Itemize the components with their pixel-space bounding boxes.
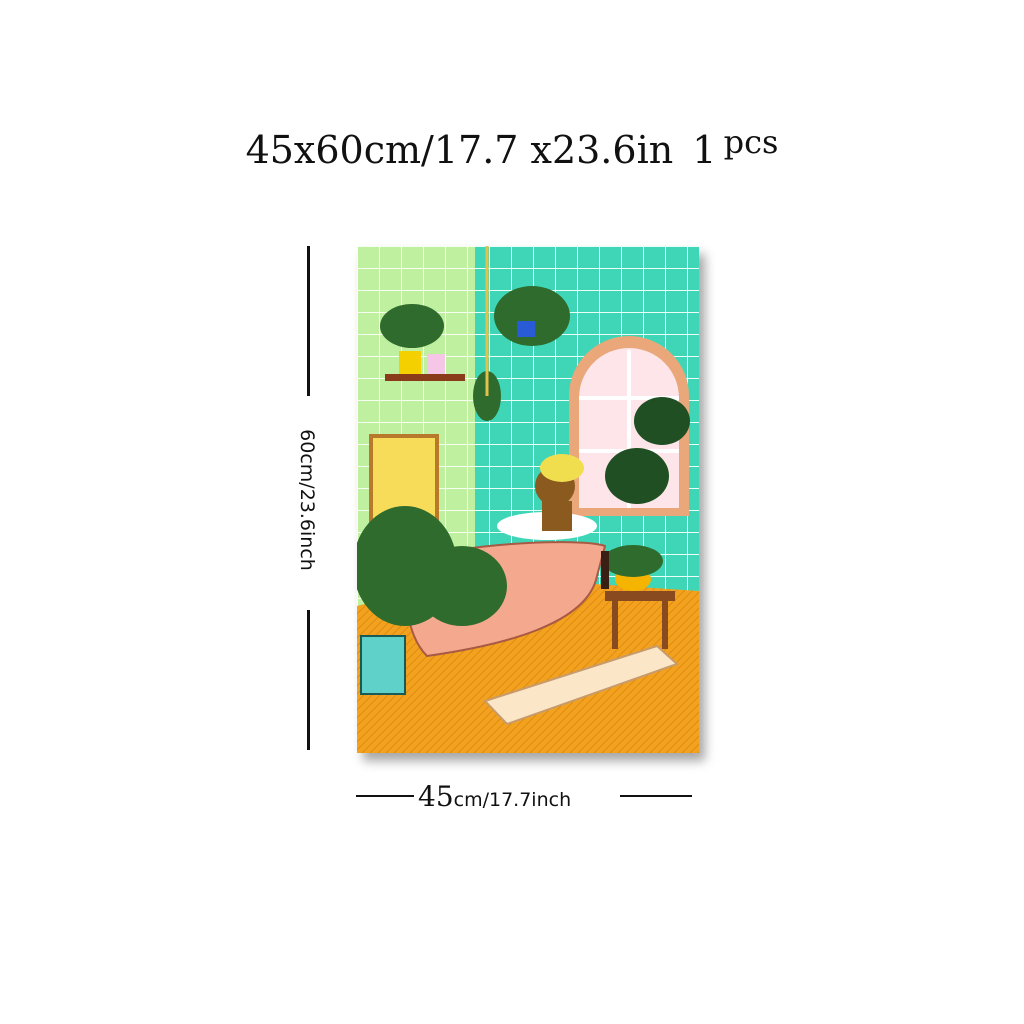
size-text: 45x60cm/17.7 x23.6in <box>245 128 674 172</box>
width-value: 45 <box>418 780 454 813</box>
width-dimension-label: 45cm/17.7inch <box>418 780 571 813</box>
wall-shelf <box>385 374 465 381</box>
canvas-print <box>357 246 699 753</box>
product-size-title: 45x60cm/17.7 x23.6in 1 pcs <box>0 123 1024 172</box>
quantity-number: 1 <box>692 128 717 172</box>
width-dimension-line-right <box>620 795 692 797</box>
height-dimension-label: 60cm/23.6inch <box>296 429 318 571</box>
quantity-unit: pcs <box>723 123 779 161</box>
side-table <box>605 591 675 601</box>
height-dimension-line-top <box>307 246 310 396</box>
width-dimension-line-left <box>356 795 414 797</box>
height-dimension-line-bottom <box>307 610 310 750</box>
bathroom-artwork <box>357 246 699 753</box>
width-unit: cm/17.7inch <box>453 789 572 811</box>
